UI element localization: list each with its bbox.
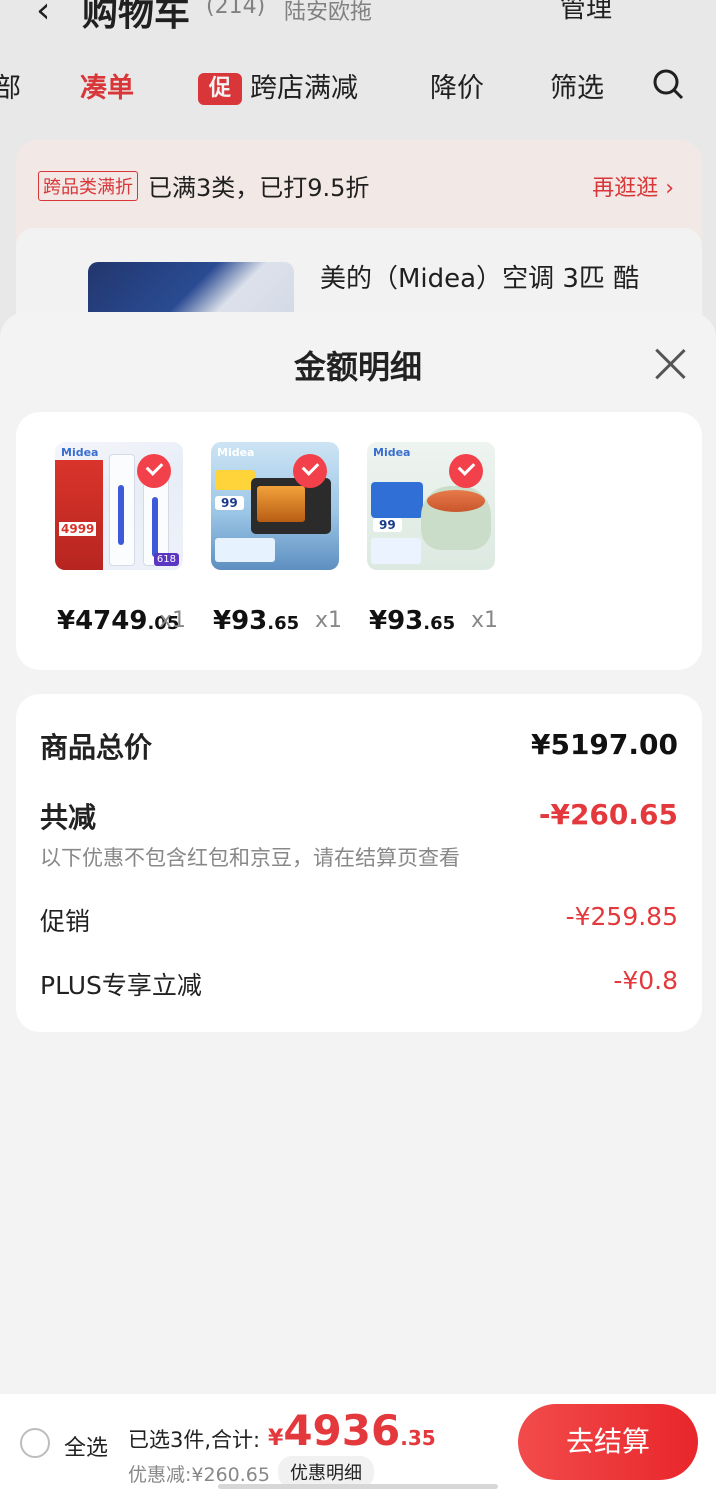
home-indicator	[218, 1484, 498, 1489]
total-amount: ¥4936.35	[268, 1406, 436, 1455]
oven-graphic	[251, 478, 331, 534]
price-integer: ¥4749	[57, 606, 148, 636]
checkout-button[interactable]: 去结算	[518, 1404, 698, 1480]
checked-icon[interactable]	[293, 454, 327, 488]
select-all-label[interactable]: 全选	[64, 1430, 108, 1462]
ac-unit-graphic	[109, 454, 135, 566]
total-price-label: 商品总价	[40, 731, 153, 764]
dim-overlay[interactable]	[0, 0, 716, 340]
checkout-bar: 全选 已选3件,合计: ¥4936.35 优惠减:¥260.65 优惠明细 去结…	[0, 1394, 716, 1492]
price-decimal: .65	[423, 613, 456, 634]
promo-sticker: 4999	[55, 460, 103, 570]
feature-strip	[371, 538, 421, 564]
promo-sticker	[371, 482, 423, 518]
price-tag-99: 99	[373, 518, 402, 532]
product-list: Midea 4999 618 ¥4749.05 x1 Midea 99 ¥93.…	[16, 412, 702, 670]
product-image-air-conditioner: Midea 4999 618	[55, 442, 183, 570]
total-reduce-value: -¥260.65	[538, 798, 678, 831]
product-card[interactable]: Midea 99 ¥93.65 x1	[211, 442, 351, 636]
midea-logo: Midea	[217, 446, 255, 459]
sheet-title: 金额明细	[293, 348, 422, 386]
total-currency: ¥	[268, 1426, 284, 1451]
total-decimal: .35	[400, 1426, 436, 1450]
total-reduce-label: 共减	[40, 801, 97, 834]
product-price: ¥93.65	[369, 606, 455, 636]
checked-icon[interactable]	[449, 454, 483, 488]
price-integer: ¥93	[369, 606, 424, 636]
badge-618: 618	[153, 553, 179, 566]
promotion-label: 促销	[40, 907, 91, 936]
price-integer: ¥93	[213, 606, 268, 636]
price-summary: 商品总价 ¥5197.00 共减 -¥260.65 以下优惠不包含红包和京豆，请…	[16, 694, 702, 1032]
midea-logo: Midea	[373, 446, 411, 459]
plus-discount-label: PLUS专享立减	[40, 971, 202, 1000]
reduce-note: 以下优惠不包含红包和京豆，请在结算页查看	[40, 846, 460, 870]
selected-count: 已选3件,合计:	[128, 1428, 261, 1452]
total-price-value: ¥5197.00	[530, 728, 678, 761]
close-icon[interactable]	[648, 342, 692, 386]
discount-amount: 优惠减:¥260.65	[128, 1464, 270, 1486]
product-price: ¥93.65	[213, 606, 299, 636]
product-image-electric-pot: Midea 99	[367, 442, 495, 570]
product-quantity: x1	[471, 608, 499, 633]
total-integer: 4936	[283, 1406, 401, 1455]
promotion-value: -¥259.85	[565, 902, 678, 931]
pot-graphic	[421, 486, 491, 550]
product-card[interactable]: Midea 99 ¥93.65 x1	[367, 442, 507, 636]
price-tag-99: 99	[215, 496, 244, 510]
promo-sticker	[215, 470, 255, 490]
product-quantity: x1	[159, 608, 187, 633]
cart-background: ‹ 购物车 (214) 陆安欧拖 管理 部 凑单 促跨店满减 降价 筛选 跨品类…	[0, 0, 716, 340]
select-all-radio[interactable]	[20, 1428, 50, 1458]
feature-strip	[215, 538, 275, 562]
checked-icon[interactable]	[137, 454, 171, 488]
amount-detail-sheet: 金额明细 Midea 4999 618 ¥4749.05 x1 Midea 99	[0, 312, 716, 1492]
product-card[interactable]: Midea 4999 618 ¥4749.05 x1	[55, 442, 195, 636]
plus-discount-value: -¥0.8	[613, 966, 678, 995]
product-image-oven: Midea 99	[211, 442, 339, 570]
midea-logo: Midea	[61, 446, 99, 459]
price-decimal: .65	[267, 613, 300, 634]
product-quantity: x1	[315, 608, 343, 633]
